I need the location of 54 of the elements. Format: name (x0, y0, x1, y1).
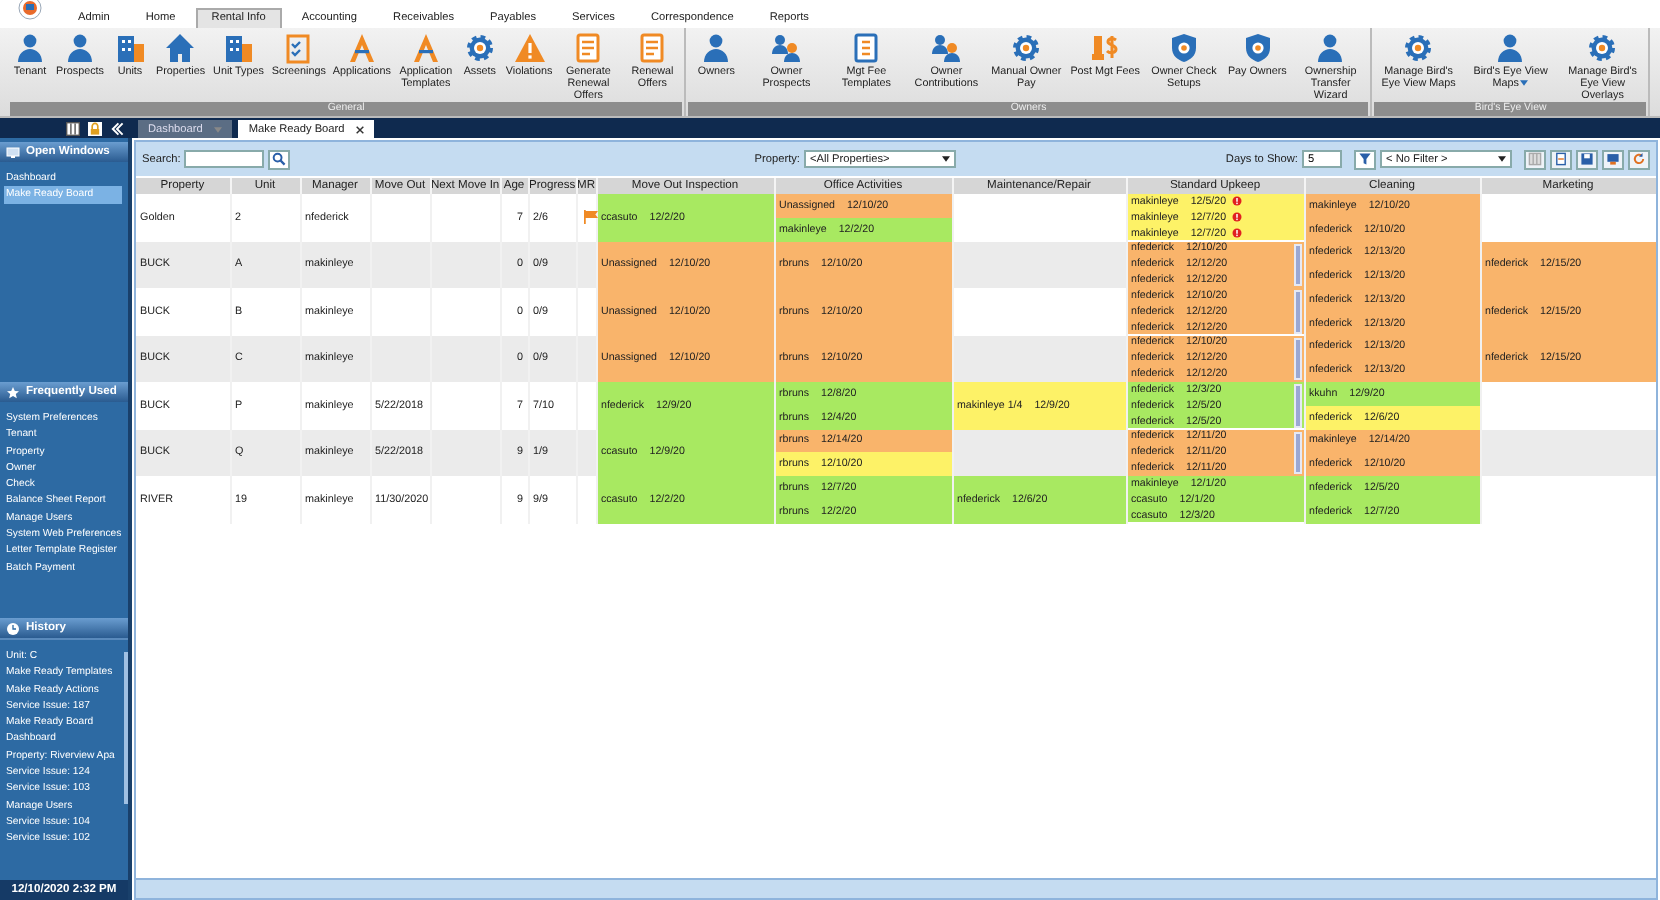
search-field[interactable] (184, 150, 265, 168)
scrollbar[interactable] (1293, 290, 1301, 333)
gear-icon (463, 32, 496, 64)
house-icon (164, 32, 197, 64)
person-icon (14, 32, 46, 64)
document-icon (636, 32, 669, 64)
tripod-icon (345, 32, 378, 64)
monitor-icon (1606, 152, 1620, 166)
people-icon (770, 32, 803, 64)
monitor-icon (6, 145, 20, 159)
scrollbar[interactable] (1293, 384, 1301, 427)
scrollbar[interactable] (124, 652, 128, 804)
stamp-icon (1089, 32, 1122, 64)
document-icon (850, 32, 883, 64)
collapse-icon[interactable] (110, 121, 124, 135)
building-icon (113, 32, 146, 64)
scrollbar[interactable] (1293, 243, 1301, 286)
refresh-icon (1632, 152, 1646, 166)
star-icon (6, 385, 20, 399)
gear-icon (1402, 32, 1435, 64)
lock-icon[interactable] (88, 121, 102, 135)
tripod-icon (409, 32, 442, 64)
toolbar-button[interactable] (1628, 149, 1650, 169)
building-icon (222, 32, 255, 64)
toolbar-button[interactable] (1550, 149, 1572, 169)
warning-icon (513, 32, 546, 64)
caret-icon (214, 125, 223, 133)
export-icon (1554, 152, 1568, 166)
gear-icon (1010, 32, 1043, 64)
toolbar-button[interactable] (1576, 149, 1598, 169)
person-icon (1494, 32, 1527, 64)
columns-icon[interactable] (66, 121, 80, 135)
scrollbar[interactable] (1293, 337, 1301, 380)
filter-button[interactable] (1354, 149, 1376, 169)
caret-icon (941, 156, 950, 162)
document-icon (572, 32, 605, 64)
scrollbar[interactable] (1293, 431, 1301, 474)
person-icon (63, 32, 96, 64)
shield-icon (1241, 32, 1274, 64)
save-icon (1580, 152, 1594, 166)
toolbar-button[interactable] (1602, 149, 1624, 169)
people-icon (930, 32, 963, 64)
caret-icon (1498, 156, 1506, 162)
clock-icon (6, 621, 20, 635)
close-icon[interactable] (356, 125, 365, 133)
shield-icon (1167, 32, 1200, 64)
person-icon (1314, 32, 1347, 64)
columns-icon (1528, 152, 1542, 166)
search-button[interactable] (268, 149, 291, 169)
gear-icon (1586, 32, 1619, 64)
filter-icon (1358, 152, 1372, 166)
checklist-icon (282, 32, 315, 64)
person-icon (700, 32, 733, 64)
search-icon (272, 152, 287, 166)
